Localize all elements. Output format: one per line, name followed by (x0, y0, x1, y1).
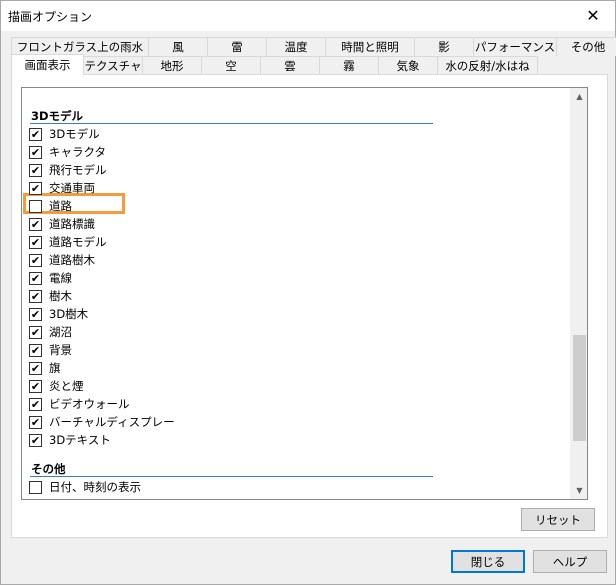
tab-tabs_row1-1[interactable]: 風 (148, 37, 208, 56)
tab-tabs_row1-4[interactable]: 時間と照明 (325, 37, 415, 56)
checkbox-checked-icon[interactable]: ✔ (29, 271, 42, 285)
checkbox-checked-icon[interactable]: ✔ (29, 145, 42, 159)
option-label: 日付、時刻の表示 (49, 480, 141, 494)
option-item[interactable]: ✔ 3D樹木 (29, 305, 88, 323)
checkbox-checked-icon[interactable]: ✔ (29, 163, 42, 177)
option-label: キャラクタ (49, 145, 107, 159)
option-label: 道路モデル (49, 235, 107, 249)
tab-tabs_row2-0[interactable]: 画面表示 (11, 54, 84, 75)
option-item[interactable]: 道路 (29, 197, 72, 215)
option-label: 3Dテキスト (49, 433, 111, 447)
tab-tabs_row1-6[interactable]: パフォーマンス (473, 37, 557, 56)
option-item[interactable]: ✔ 道路樹木 (29, 251, 95, 269)
reset-button[interactable]: リセット (521, 508, 595, 531)
scroll-down-icon[interactable]: ▼ (571, 482, 587, 499)
option-label: 3Dモデル (49, 127, 100, 141)
tab-tabs_row2-4[interactable]: 雲 (260, 56, 320, 75)
option-item[interactable]: ✔ バーチャルディスプレー (29, 413, 175, 431)
option-label: 道路 (49, 199, 72, 213)
option-item[interactable]: ✔ 道路標識 (29, 215, 95, 233)
option-label: 道路標識 (49, 217, 95, 231)
checkbox-checked-icon[interactable]: ✔ (29, 397, 42, 411)
option-item[interactable]: 日付、時刻の表示 (29, 478, 141, 496)
checkbox-checked-icon[interactable]: ✔ (29, 289, 42, 303)
section-divider (30, 123, 433, 124)
option-item[interactable]: ✔ 炎と煙 (29, 377, 84, 395)
checkbox-checked-icon[interactable]: ✔ (29, 217, 42, 231)
option-label: 樹木 (49, 289, 72, 303)
checkbox-checked-icon[interactable]: ✔ (29, 307, 42, 321)
tab-tabs_row2-6[interactable]: 気象 (378, 56, 438, 75)
option-label: 交通車両 (49, 181, 95, 195)
close-button[interactable]: 閉じる (451, 550, 525, 573)
dialog-window: 描画オプション ✕ フロントガラス上の雨水風雷温度 時間と照明影パフォーマンス その… (0, 0, 616, 585)
checkbox-checked-icon[interactable]: ✔ (29, 415, 42, 429)
section-title: 3Dモデル (31, 109, 84, 123)
tab-panel: ▲ ▼ 3Dモデル ✔ 3Dモデル ✔ キャラクタ ✔ 飛行モデル ✔ 交通車両 道路 ✔ 道路標識 ✔… (11, 74, 608, 538)
checkbox-checked-icon[interactable]: ✔ (29, 343, 42, 357)
checkbox-unchecked-icon[interactable] (29, 480, 42, 494)
option-label: 炎と煙 (49, 379, 84, 393)
option-item[interactable]: ✔ 湖沼 (29, 323, 72, 341)
option-item[interactable]: ✔ 飛行モデル (29, 161, 107, 179)
tab-tabs_row1-5[interactable]: 影 (414, 37, 474, 56)
checkbox-checked-icon[interactable]: ✔ (29, 433, 42, 447)
checkbox-checked-icon[interactable]: ✔ (29, 181, 42, 195)
option-item[interactable]: ✔ ビデオウォール (29, 395, 130, 413)
option-label: 電線 (49, 271, 72, 285)
tab-tabs_row2-7[interactable]: 水の反射/水はね (437, 56, 538, 75)
checkbox-checked-icon[interactable]: ✔ (29, 379, 42, 393)
option-label: 旗 (49, 361, 61, 375)
checkbox-checked-icon[interactable]: ✔ (29, 253, 42, 267)
option-label: 背景 (49, 343, 72, 357)
checkbox-checked-icon[interactable]: ✔ (29, 361, 42, 375)
checkbox-checked-icon[interactable]: ✔ (29, 127, 42, 141)
option-item[interactable]: ✔ 樹木 (29, 287, 72, 305)
option-item[interactable]: ✔ 電線 (29, 269, 72, 287)
option-label: 湖沼 (49, 325, 72, 339)
tab-tabs_row1-2[interactable]: 雷 (207, 37, 267, 56)
tab-tabs_row2-1[interactable]: テクスチャ (83, 56, 143, 75)
tab-tabs_row1-3[interactable]: 温度 (266, 37, 326, 56)
option-item[interactable]: ✔ 道路モデル (29, 233, 107, 251)
checkbox-checked-icon[interactable]: ✔ (29, 325, 42, 339)
option-label: 飛行モデル (49, 163, 107, 177)
checkbox-checked-icon[interactable]: ✔ (29, 235, 42, 249)
option-item[interactable]: ✔ キャラクタ (29, 143, 106, 161)
option-label: 3D樹木 (49, 307, 89, 321)
tab-tabs_row2-5[interactable]: 霧 (319, 56, 379, 75)
option-item[interactable]: ✔ 3Dテキスト (29, 431, 111, 449)
tab-tabs_row2-3[interactable]: 空 (201, 56, 261, 75)
tab-row-bottom: 画面表示 テクスチャ 地形空雲霧気象 水の反射/水はね (11, 54, 538, 75)
option-label: ビデオウォール (49, 397, 130, 411)
window-title: 描画オプション (8, 10, 93, 24)
section-title: その他 (31, 462, 66, 476)
close-icon[interactable]: ✕ (571, 1, 615, 30)
option-label: バーチャルディスプレー (49, 415, 175, 429)
section-divider (30, 476, 433, 477)
scroll-thumb[interactable] (573, 335, 586, 441)
scroll-up-icon[interactable]: ▲ (571, 88, 587, 105)
tab-tabs_row1-7[interactable]: その他 (556, 37, 616, 56)
vertical-scrollbar[interactable]: ▲ ▼ (570, 88, 587, 499)
option-label: 道路樹木 (49, 253, 95, 267)
title-bar: 描画オプション ✕ (1, 1, 615, 31)
option-item[interactable]: ✔ 旗 (29, 359, 61, 377)
options-list: ▲ ▼ 3Dモデル ✔ 3Dモデル ✔ キャラクタ ✔ 飛行モデル ✔ 交通車両 道路 ✔ 道路標識 ✔… (21, 87, 588, 500)
checkbox-unchecked-icon[interactable] (29, 199, 42, 213)
tab-tabs_row2-2[interactable]: 地形 (142, 56, 202, 75)
tab-row-top: フロントガラス上の雨水風雷温度 時間と照明影パフォーマンス その他 (11, 37, 616, 56)
option-item[interactable]: ✔ 交通車両 (29, 179, 95, 197)
option-item[interactable]: ✔ 背景 (29, 341, 72, 359)
option-item[interactable]: ✔ 3Dモデル (29, 125, 100, 143)
help-button[interactable]: ヘルプ (533, 550, 607, 573)
